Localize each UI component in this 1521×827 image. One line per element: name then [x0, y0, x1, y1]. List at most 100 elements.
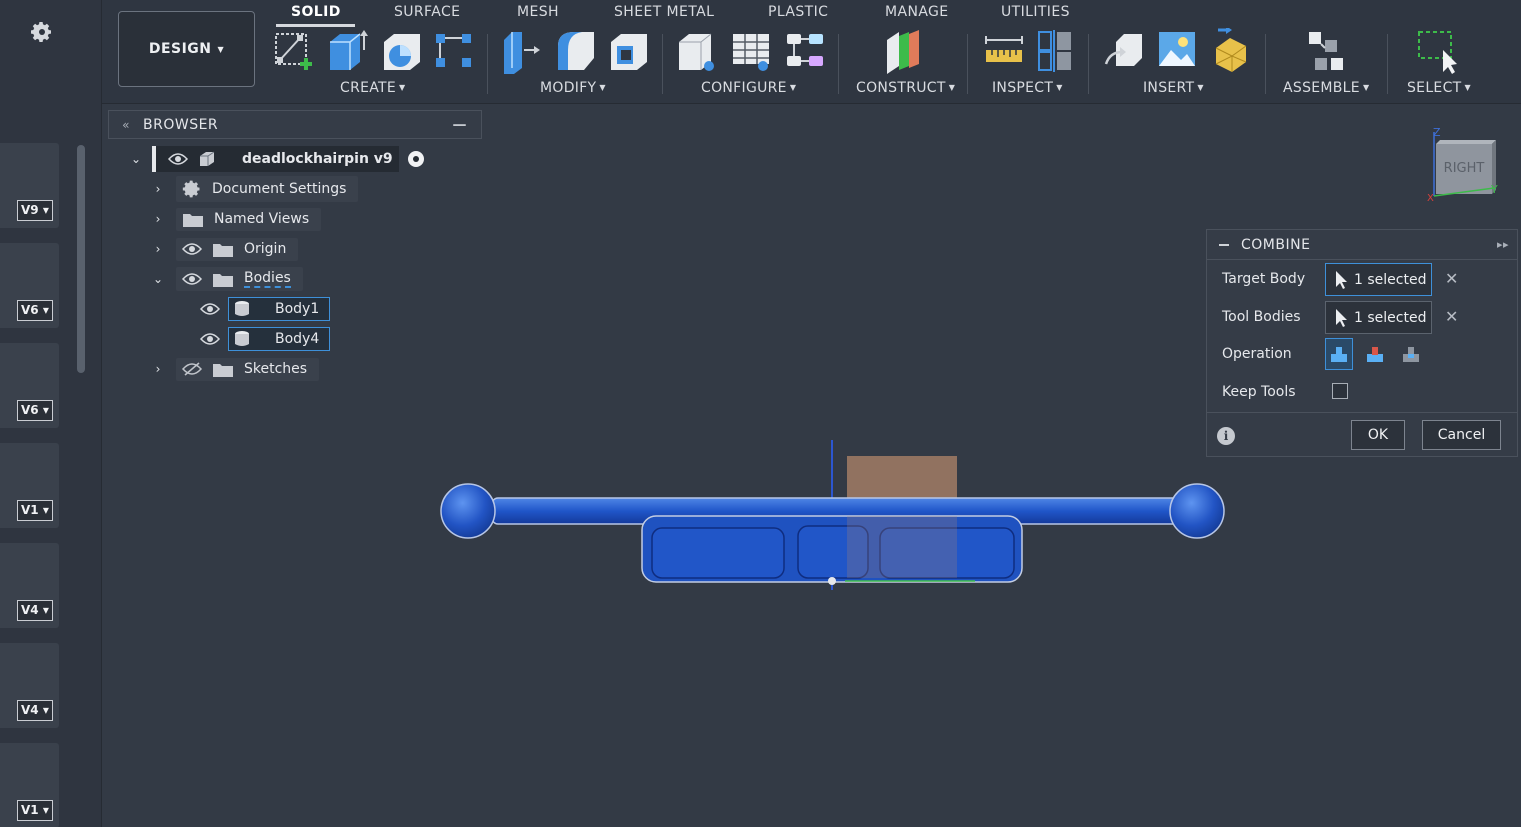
version-badge[interactable]: V6 ▾ — [17, 400, 53, 421]
tool-bodies-selector[interactable]: 1 selected — [1325, 301, 1432, 334]
component-icon — [200, 151, 215, 166]
create-sketch-icon[interactable] — [272, 28, 316, 74]
version-badge[interactable]: V4 ▾ — [17, 600, 53, 621]
tree-label: Body1 — [275, 301, 320, 317]
workspace-label: DESIGN — [148, 41, 212, 57]
version-card[interactable]: V6 ▾ — [0, 243, 59, 328]
group-modify[interactable]: MODIFY ▼ — [540, 80, 606, 96]
pattern-icon[interactable] — [432, 28, 476, 74]
tab-plastic[interactable]: PLASTIC — [768, 4, 828, 20]
tree-item-named-views[interactable]: › Named Views — [152, 206, 322, 232]
chevron-right-icon[interactable]: › — [152, 242, 164, 256]
join-icon — [1331, 347, 1347, 362]
tab-surface[interactable]: SURFACE — [394, 4, 460, 20]
activate-radio-icon[interactable] — [407, 150, 425, 168]
chevron-down-icon[interactable]: ⌄ — [152, 272, 164, 286]
configure-rules-icon[interactable] — [783, 28, 827, 74]
section-analysis-icon[interactable] — [1035, 28, 1079, 74]
version-badge[interactable]: V6 ▾ — [17, 300, 53, 321]
version-badge[interactable]: V4 ▾ — [17, 700, 53, 721]
shell-icon[interactable] — [607, 28, 651, 74]
version-badge[interactable]: V9 ▾ — [17, 200, 53, 221]
group-insert[interactable]: INSERT ▼ — [1143, 80, 1204, 96]
group-select[interactable]: SELECT ▼ — [1407, 80, 1471, 96]
visibility-eye-icon[interactable] — [182, 272, 202, 286]
minimize-icon[interactable]: — — [453, 117, 468, 133]
model-viewport[interactable] — [420, 430, 1250, 600]
press-pull-icon[interactable] — [500, 28, 544, 74]
configure-body-icon[interactable] — [675, 28, 719, 74]
collapse-panel-icon[interactable]: « — [109, 118, 143, 132]
version-card[interactable]: V6 ▾ — [0, 343, 59, 428]
tab-sheet-metal[interactable]: SHEET METAL — [614, 4, 714, 20]
tree-item-body1[interactable]: Body1 — [200, 296, 331, 322]
chevron-right-icon[interactable]: › — [152, 212, 164, 226]
tree-item-document-settings[interactable]: › Document Settings — [152, 176, 359, 202]
extrude-icon[interactable] — [324, 28, 368, 74]
visibility-eye-icon[interactable] — [200, 302, 220, 316]
group-assemble[interactable]: ASSEMBLE ▼ — [1283, 80, 1369, 96]
tab-utilities[interactable]: UTILITIES — [1001, 4, 1070, 20]
chevron-right-icon[interactable]: › — [152, 182, 164, 196]
group-inspect[interactable]: INSPECT ▼ — [992, 80, 1063, 96]
group-create[interactable]: CREATE ▼ — [340, 80, 406, 96]
chevron-down-icon[interactable]: ⌄ — [130, 152, 142, 166]
strip-scrollbar[interactable] — [77, 145, 85, 373]
intersect-icon — [1403, 347, 1419, 362]
left-ball[interactable] — [440, 483, 496, 539]
viewcube[interactable]: RIGHT Z Y X — [1424, 124, 1500, 202]
collapse-icon[interactable] — [1219, 243, 1229, 246]
measure-icon[interactable] — [982, 28, 1026, 74]
construct-plane-icon[interactable] — [881, 28, 925, 74]
tree-item-body4[interactable]: Body4 — [200, 326, 331, 352]
clear-tools-icon[interactable]: ✕ — [1445, 307, 1458, 326]
tree-item-origin[interactable]: › Origin — [152, 236, 299, 262]
folder-icon — [183, 213, 203, 227]
expand-panel-icon[interactable]: ▸▸ — [1497, 238, 1509, 251]
tree-label: Named Views — [214, 211, 310, 227]
ok-button[interactable]: OK — [1351, 420, 1405, 450]
select-window-icon[interactable] — [1415, 28, 1459, 74]
version-card[interactable]: V4 ▾ — [0, 543, 59, 628]
keep-tools-checkbox[interactable] — [1332, 383, 1348, 399]
fillet-icon[interactable] — [554, 28, 598, 74]
operation-intersect-button[interactable] — [1397, 338, 1425, 370]
tree-label: Bodies — [244, 270, 291, 288]
tab-solid[interactable]: SOLID — [291, 4, 341, 20]
combine-header: COMBINE ▸▸ — [1207, 230, 1517, 260]
tab-mesh[interactable]: MESH — [517, 4, 559, 20]
insert-derive-icon[interactable] — [1102, 28, 1146, 74]
gear-icon[interactable] — [30, 20, 54, 44]
tree-item-bodies[interactable]: ⌄ Bodies — [152, 266, 303, 292]
operation-join-button[interactable] — [1325, 338, 1353, 370]
version-card[interactable]: V4 ▾ — [0, 643, 59, 728]
chevron-right-icon[interactable]: › — [152, 362, 164, 376]
configure-table-icon[interactable] — [729, 28, 773, 74]
assemble-joint-icon[interactable] — [1305, 28, 1349, 74]
right-ball[interactable] — [1169, 483, 1225, 539]
tree-item-sketches[interactable]: › Sketches — [152, 356, 320, 382]
insert-canvas-icon[interactable] — [1155, 28, 1199, 74]
clear-target-icon[interactable]: ✕ — [1445, 269, 1458, 288]
group-construct[interactable]: CONSTRUCT ▼ — [856, 80, 955, 96]
root-component-name: deadlockhairpin v9 — [242, 151, 393, 167]
insert-mesh-icon[interactable] — [1208, 28, 1252, 74]
version-badge[interactable]: V1 ▾ — [17, 800, 53, 821]
info-icon[interactable]: i — [1217, 427, 1235, 445]
version-card[interactable]: V1 ▾ — [0, 743, 59, 827]
group-configure[interactable]: CONFIGURE ▼ — [701, 80, 796, 96]
visibility-eye-icon[interactable] — [182, 242, 202, 256]
tree-root[interactable]: ⌄ deadlockhairpin v9 — [130, 146, 425, 172]
visibility-eye-icon[interactable] — [168, 152, 188, 166]
visibility-eye-icon[interactable] — [200, 332, 220, 346]
hidden-eye-icon[interactable] — [182, 362, 202, 376]
version-card[interactable]: V1 ▾ — [0, 443, 59, 528]
version-badge[interactable]: V1 ▾ — [17, 500, 53, 521]
revolve-icon[interactable] — [380, 28, 424, 74]
version-card[interactable]: V9 ▾ — [0, 143, 59, 228]
cancel-button[interactable]: Cancel — [1422, 420, 1501, 450]
target-body-selector[interactable]: 1 selected — [1325, 263, 1432, 296]
operation-cut-button[interactable] — [1361, 338, 1389, 370]
workspace-dropdown[interactable]: DESIGN ▼ — [118, 11, 255, 87]
tab-manage[interactable]: MANAGE — [885, 4, 949, 20]
